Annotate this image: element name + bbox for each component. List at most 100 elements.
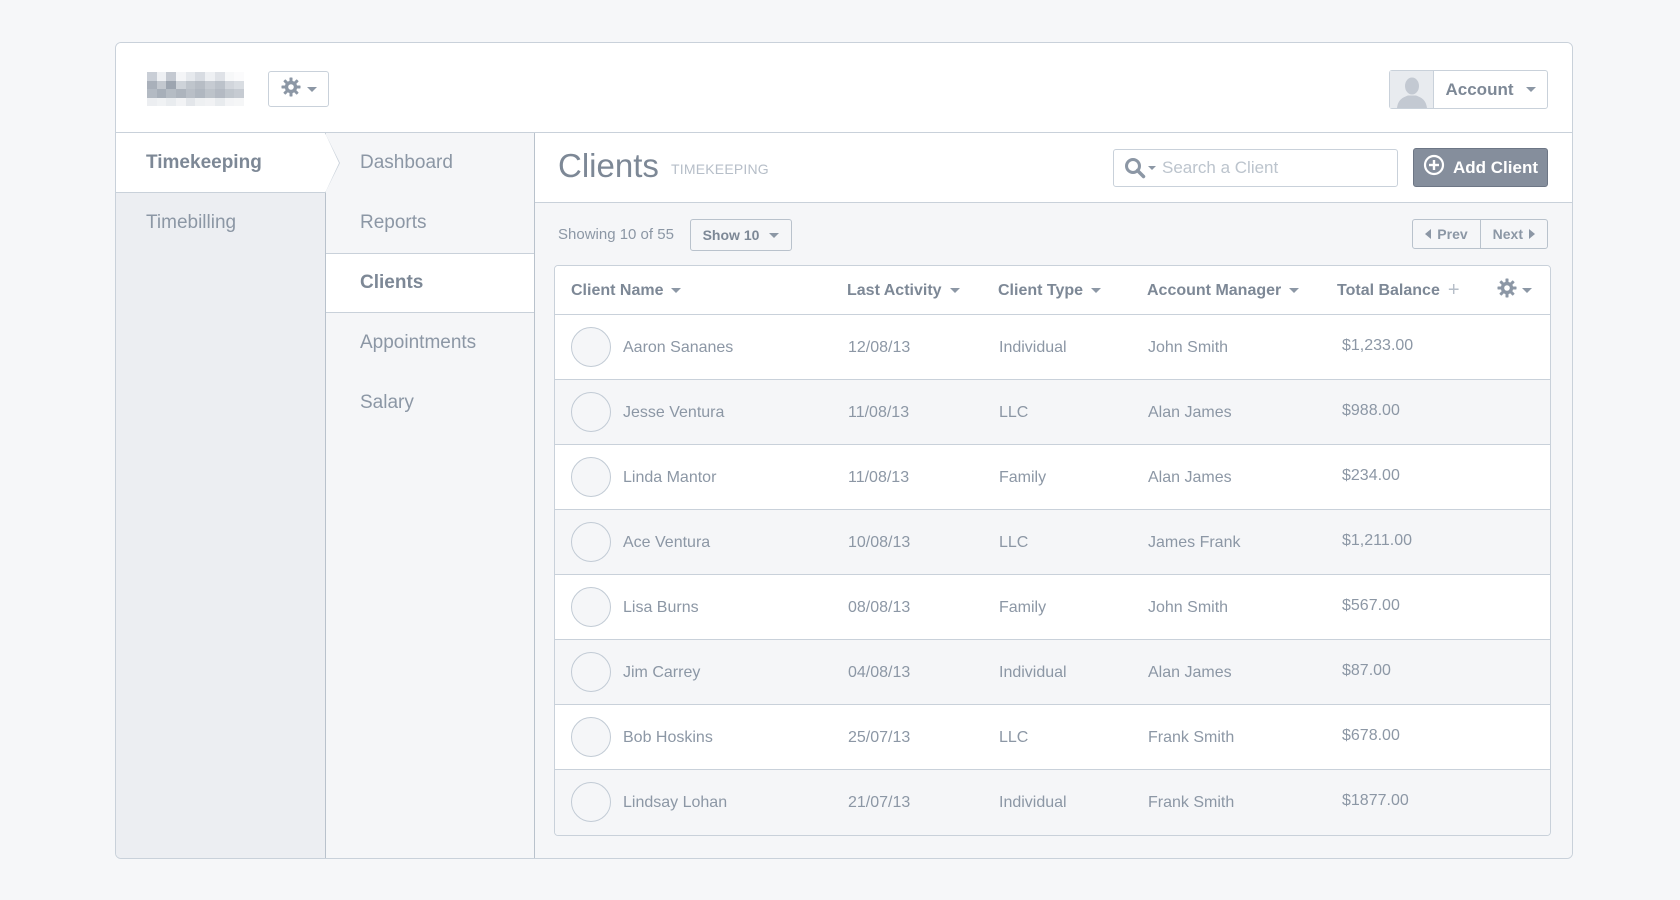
row-select-checkbox[interactable] [571,327,611,367]
cell-account-manager: Alan James [1148,403,1232,421]
table-row[interactable]: Aaron Sananes 12/08/13 Individual John Smit… [555,315,1550,380]
sort-caret-icon [1289,288,1300,293]
logo-pixel [234,80,244,89]
logo-pixel [166,89,177,98]
logo-pixel [156,89,167,98]
column-label: Last Activity [847,281,942,299]
subnav-item-salary[interactable]: Salary [326,373,534,433]
column-header-last-activity[interactable]: Last Activity [847,266,960,315]
logo-pixel [185,89,196,98]
plus-icon: + [1447,279,1460,301]
gear-icon [281,77,301,102]
next-label: Next [1492,226,1523,242]
column-header-client-name[interactable]: Client Name [571,266,682,315]
cell-last-activity: 10/08/13 [848,533,911,551]
cell-total-balance: $567.00 [1342,596,1400,614]
cell-last-activity: 04/08/13 [848,663,911,681]
cell-client-name[interactable]: Aaron Sananes [623,315,733,380]
subnav-item-appointments[interactable]: Appointments [326,313,534,373]
logo-pixel [195,80,206,89]
cell-total-balance: $1,233.00 [1342,336,1414,354]
cell-client-type: Family [999,468,1047,486]
page-title: Clients [558,147,659,184]
logo-pixel [224,89,235,98]
row-select-checkbox[interactable] [571,522,611,562]
account-menu-button[interactable]: Account [1389,70,1548,109]
prev-page-button[interactable]: Prev [1413,220,1481,248]
table-row[interactable]: Bob Hoskins 25/07/13 LLC Frank Smith $678.00 [555,705,1550,770]
secondary-nav: Dashboard Reports Clients Appointments S… [326,133,535,858]
cell-account-manager: John Smith [1148,338,1229,356]
logo-pixel [224,97,235,106]
cell-total-balance: $234.00 [1342,466,1400,484]
row-select-checkbox[interactable] [571,392,611,432]
cell-client-type: Individual [999,663,1067,681]
app-window: Account Timekeeping Timebilling Dashboar… [115,42,1573,859]
subnav-item-label: Salary [360,392,414,413]
cell-client-type: LLC [999,533,1029,551]
column-label: Account Manager [1147,281,1282,299]
search-icon[interactable] [1124,157,1156,179]
account-label: Account [1445,79,1514,99]
clients-table: Client Name Last Activity Client Type Ac… [554,265,1551,836]
cell-client-name[interactable]: Linda Mantor [623,445,716,510]
next-page-button[interactable]: Next [1481,220,1547,248]
settings-dropdown-button[interactable] [268,71,329,107]
column-header-client-type[interactable]: Client Type [998,266,1102,315]
top-bar: Account [116,43,1572,133]
column-header-total-balance[interactable]: Total Balance + [1337,266,1460,315]
chevron-down-icon [1522,288,1532,293]
logo-pixel [195,72,206,81]
page-header: Clients TIMEKEEPING Add Client [535,133,1572,203]
cell-client-type: LLC [999,728,1029,746]
cell-client-name[interactable]: Lisa Burns [623,575,699,640]
subnav-item-label: Appointments [360,332,477,353]
cell-last-activity: 25/07/13 [848,728,911,746]
subnav-item-dashboard[interactable]: Dashboard [326,133,534,193]
search-input[interactable] [1162,158,1362,178]
logo-pixel [234,72,244,81]
row-select-checkbox[interactable] [571,652,611,692]
logo-pixelated [147,72,244,106]
cell-last-activity: 12/08/13 [848,338,911,356]
add-client-button[interactable]: Add Client [1413,148,1548,187]
row-select-checkbox[interactable] [571,717,611,757]
main-content: Clients TIMEKEEPING Add Client Showing 1… [535,133,1572,858]
subnav-item-clients[interactable]: Clients [326,253,534,313]
column-settings-button[interactable] [1497,266,1532,315]
logo-pixel [205,80,215,89]
logo-pixel [166,80,177,89]
table-body: Aaron Sananes 12/08/13 Individual John Smit… [555,315,1550,835]
cell-client-name[interactable]: Bob Hoskins [623,705,713,770]
cell-client-name[interactable]: Jesse Ventura [623,380,724,445]
cell-client-type: LLC [999,403,1029,421]
nav-item-timekeeping[interactable]: Timekeeping [116,133,340,193]
cell-client-name[interactable]: Ace Ventura [623,510,710,575]
table-row[interactable]: Ace Ventura 10/08/13 LLC James Frank $1,211.… [555,510,1550,575]
logo-pixel [214,89,225,98]
table-row[interactable]: Jim Carrey 04/08/13 Individual Alan James $8… [555,640,1550,705]
logo-pixel [205,97,215,106]
logo-pixel [185,80,196,89]
logo-pixel [156,72,167,81]
cell-client-name[interactable]: Jim Carrey [623,640,700,705]
logo-pixel [166,97,177,106]
nav-item-timebilling[interactable]: Timebilling [116,193,325,253]
table-row[interactable]: Lisa Burns 08/08/13 Family John Smith $567.0… [555,575,1550,640]
logo-pixel [176,80,186,89]
row-select-checkbox[interactable] [571,457,611,497]
search-box[interactable] [1113,149,1398,187]
column-header-account-manager[interactable]: Account Manager [1147,266,1300,315]
logo-pixel [234,97,244,106]
subnav-item-reports[interactable]: Reports [326,193,534,253]
table-row[interactable]: Lindsay Lohan 21/07/13 Individual Frank Smi… [555,770,1550,835]
cell-client-name[interactable]: Lindsay Lohan [623,770,727,835]
row-select-checkbox[interactable] [571,587,611,627]
page-size-select[interactable]: Show 10 [690,219,792,251]
table-row[interactable]: Jesse Ventura 11/08/13 LLC Alan James $988.0… [555,380,1550,445]
logo-pixel [195,97,206,106]
table-row[interactable]: Linda Mantor 11/08/13 Family Alan James $234… [555,445,1550,510]
row-select-checkbox[interactable] [571,782,611,822]
plus-circle-icon [1423,154,1445,181]
logo-pixel [156,80,167,89]
